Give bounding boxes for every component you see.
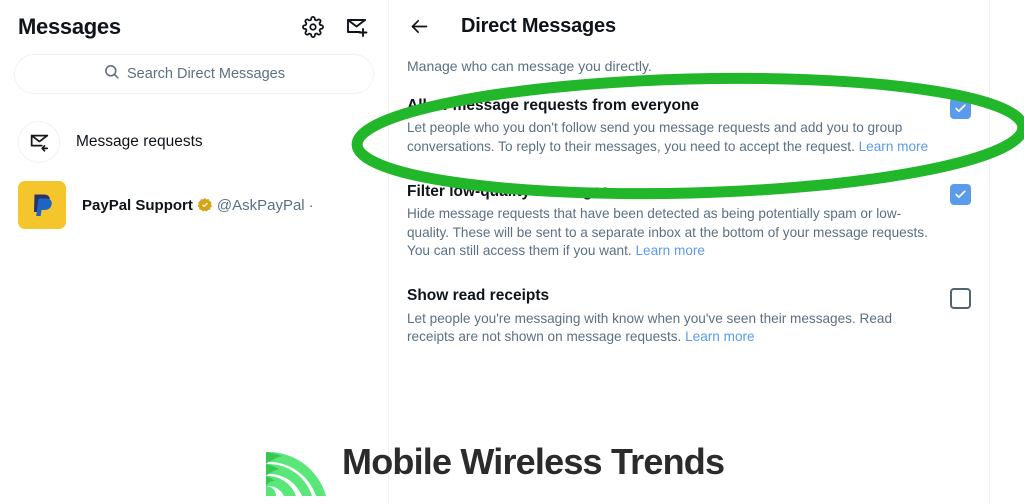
- list-item[interactable]: PayPal Support @AskPayPal ·: [0, 172, 388, 238]
- setting-description: Let people you're messaging with know wh…: [407, 310, 932, 347]
- setting-description: Hide message requests that have been det…: [407, 205, 932, 260]
- checkbox-filter-low-quality[interactable]: [950, 184, 971, 206]
- settings-list: Allow message requests from everyone Let…: [389, 74, 989, 347]
- setting-text: Filter low-quality messages Hide message…: [407, 182, 932, 260]
- search-placeholder: Search Direct Messages: [127, 66, 285, 82]
- conversation-identity: PayPal Support @AskPayPal ·: [82, 197, 314, 214]
- sidebar-header: Messages: [0, 0, 388, 50]
- learn-more-link[interactable]: Learn more: [859, 139, 929, 154]
- paypal-logo-icon: [18, 181, 66, 229]
- setting-description-text: Let people you're messaging with know wh…: [407, 310, 893, 345]
- verified-badge-icon: [197, 197, 213, 213]
- settings-header: Direct Messages: [389, 0, 989, 46]
- setting-show-read-receipts[interactable]: Show read receipts Let people you're mes…: [407, 286, 971, 346]
- new-message-icon[interactable]: [344, 14, 370, 40]
- search-container: Search Direct Messages: [0, 50, 388, 94]
- learn-more-link[interactable]: Learn more: [635, 243, 705, 258]
- conversation-list: Message requests PayPal Support @AskPayP…: [0, 94, 388, 238]
- watermark-text: Mobile Wireless Trends: [342, 441, 725, 482]
- checkbox-show-read-receipts[interactable]: [950, 288, 971, 310]
- setting-text: Show read receipts Let people you're mes…: [407, 286, 932, 346]
- setting-filter-low-quality[interactable]: Filter low-quality messages Hide message…: [407, 182, 971, 260]
- setting-allow-message-requests[interactable]: Allow message requests from everyone Let…: [407, 96, 971, 156]
- signal-waves-icon: [258, 424, 334, 500]
- setting-description-text: Let people who you don't follow send you…: [407, 120, 903, 154]
- screen-root: Messages Search Direct Messages Message …: [0, 0, 1024, 504]
- settings-subtitle: Manage who can message you directly.: [407, 58, 652, 74]
- arrow-left-icon[interactable]: [407, 14, 431, 38]
- sidebar-header-actions: [300, 14, 370, 40]
- setting-title: Show read receipts: [407, 287, 550, 305]
- envelope-reply-icon: [18, 121, 60, 163]
- settings-title: Direct Messages: [461, 14, 616, 37]
- setting-title: Allow message requests from everyone: [407, 97, 700, 114]
- learn-more-link[interactable]: Learn more: [685, 329, 755, 344]
- page-title: Messages: [18, 14, 121, 39]
- search-icon: [103, 63, 120, 85]
- setting-description: Let people who you don't follow send you…: [407, 119, 932, 156]
- gear-icon[interactable]: [300, 14, 326, 40]
- message-requests-label: Message requests: [76, 133, 203, 150]
- search-input[interactable]: Search Direct Messages: [14, 54, 374, 94]
- conversation-name: PayPal Support: [82, 196, 193, 214]
- conversation-handle: @AskPayPal: [216, 196, 305, 214]
- setting-title: Filter low-quality messages: [407, 183, 610, 201]
- setting-text: Allow message requests from everyone Let…: [407, 96, 932, 156]
- sidebar-item-message-requests[interactable]: Message requests: [0, 112, 388, 172]
- conversation-separator: ·: [308, 196, 314, 214]
- watermark: Mobile Wireless Trends: [258, 424, 725, 500]
- checkbox-allow-message-requests[interactable]: [950, 98, 971, 119]
